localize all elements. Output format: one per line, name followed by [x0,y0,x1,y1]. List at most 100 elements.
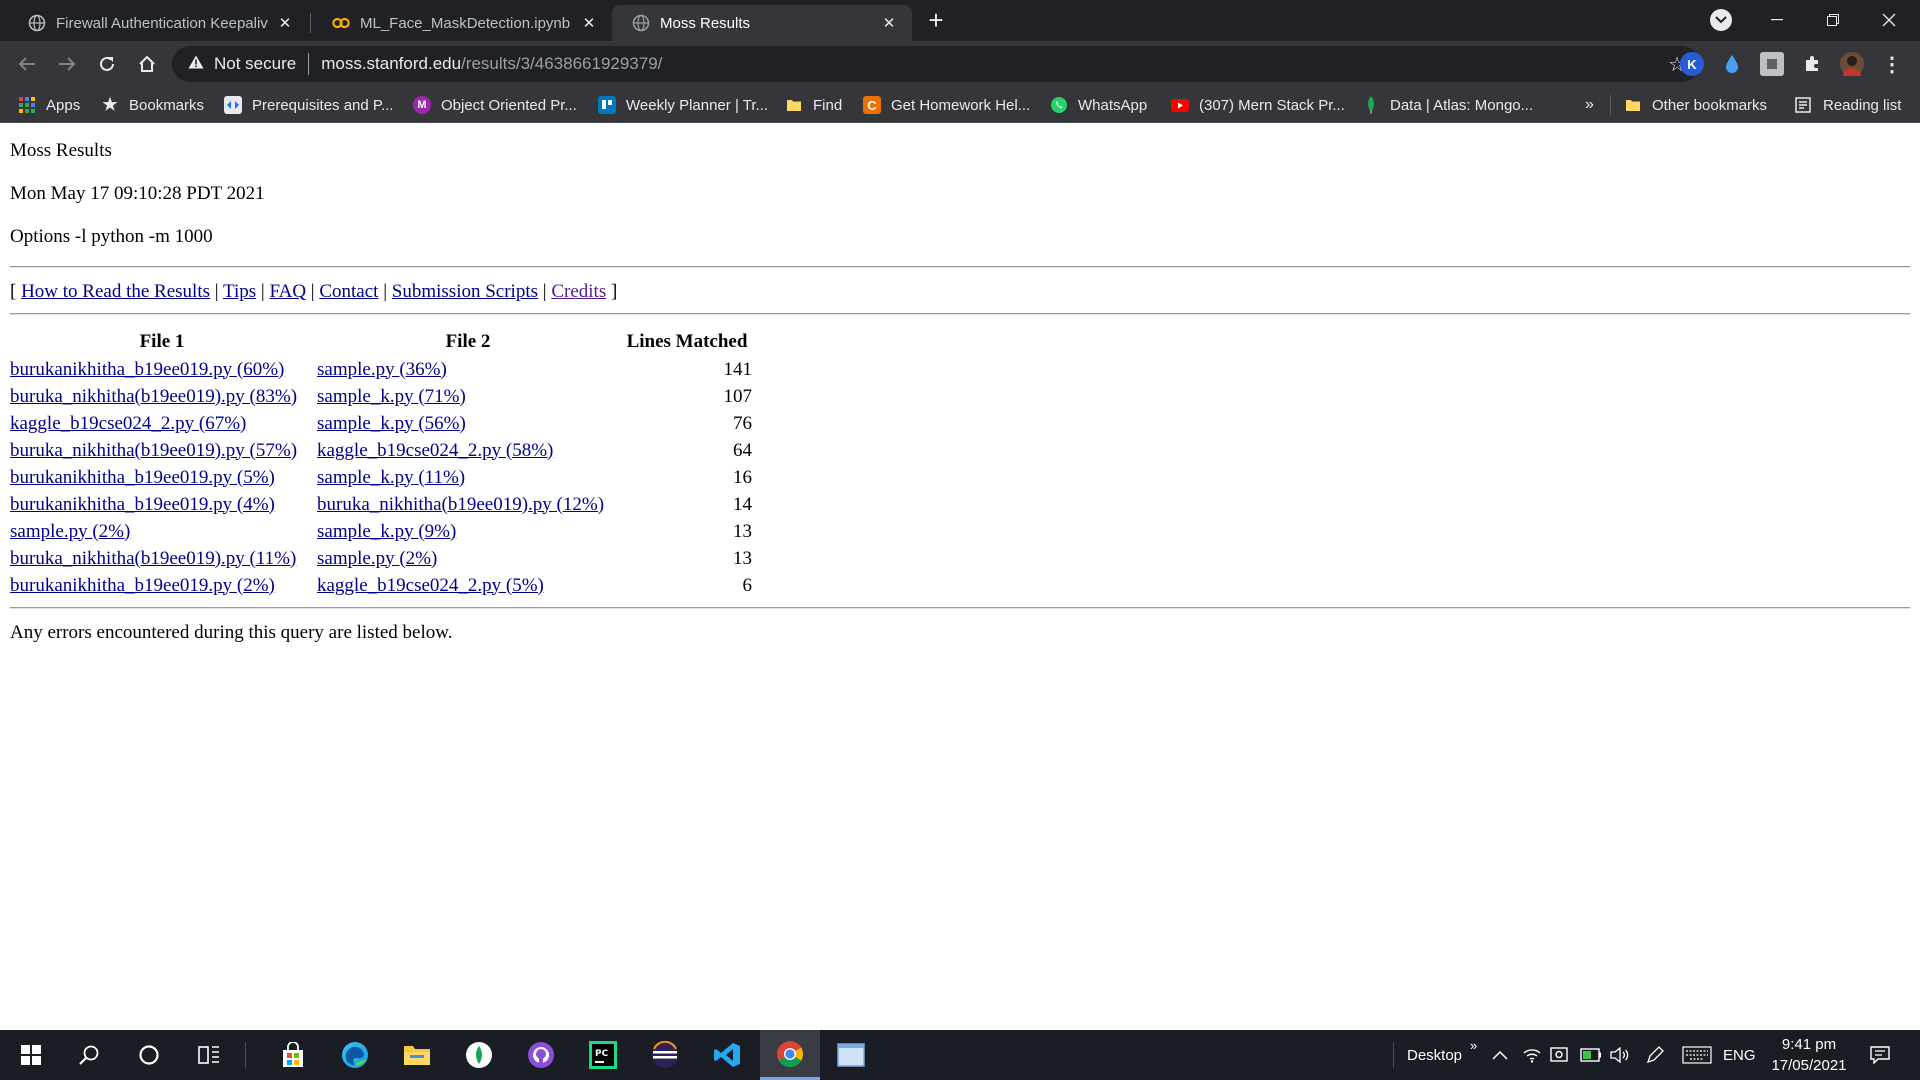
result-date: Mon May 17 09:10:28 PDT 2021 [10,183,265,204]
errors-note: Any errors encountered during this query… [10,622,453,643]
bookmarks-overflow-button[interactable]: » [1585,95,1594,115]
file1-link[interactable]: buruka_nikhitha(b19ee019).py (57%) [10,440,297,461]
restore-icon[interactable] [1810,0,1856,40]
bookmark-label: Other bookmarks [1652,96,1768,114]
bookmark-prerequisites[interactable]: Prerequisites and P... [224,95,393,115]
windows-start-icon[interactable] [6,1030,56,1080]
file2-link[interactable]: sample_k.py (71%) [317,386,466,407]
volume-icon[interactable] [1610,1030,1630,1080]
page-extension-icon[interactable] [1760,52,1784,76]
file1-link[interactable]: kaggle_b19cse024_2.py (67%) [10,413,246,434]
file2-link[interactable]: kaggle_b19cse024_2.py (58%) [317,440,553,461]
file1-link[interactable]: sample.py (2%) [10,521,130,542]
tab-colab[interactable]: ML_Face_MaskDetection.ipynb - C ✕ [312,5,612,41]
bookmark-whatsapp[interactable]: WhatsApp [1050,95,1147,115]
security-center-icon[interactable] [1550,1030,1570,1080]
edge-icon[interactable] [330,1030,380,1080]
taskbar-divider [245,1042,246,1068]
clock-time: 9:41 pm [1781,1036,1837,1053]
reload-icon[interactable] [92,49,122,79]
profile-avatar[interactable] [1840,52,1864,76]
pen-icon[interactable] [1645,1030,1665,1080]
file1-link[interactable]: buruka_nikhitha(b19ee019).py (83%) [10,386,297,407]
close-tab-icon[interactable]: ✕ [580,14,598,32]
desktop-chevron[interactable]: » [1470,1020,1477,1070]
file1-link[interactable]: burukanikhitha_b19ee019.py (4%) [10,494,275,515]
tab-search-icon[interactable] [1710,9,1732,31]
home-icon[interactable] [132,49,162,79]
battery-icon[interactable] [1580,1030,1602,1080]
file1-link[interactable]: burukanikhitha_b19ee019.py (5%) [10,467,275,488]
file2-link[interactable]: sample_k.py (11%) [317,467,465,488]
link-separator: | [260,281,265,302]
security-label[interactable]: Not secure [214,54,296,74]
puzzle-extensions-icon[interactable] [1800,52,1824,76]
file2-link[interactable]: sample_k.py (9%) [317,521,456,542]
eclipse-icon[interactable] [640,1030,690,1080]
tab-title: Moss Results [660,14,751,32]
tab-moss-results[interactable]: Moss Results ✕ [612,5,912,41]
link-how-to-read[interactable]: How to Read the Results [21,281,210,302]
mongodb-compass-icon[interactable] [454,1030,504,1080]
folder-icon [785,96,803,114]
minimize-icon[interactable] [1754,0,1800,40]
bookmark-bookmarks[interactable]: ★ Bookmarks [101,95,204,115]
notifications-icon[interactable] [1870,1030,1890,1080]
table-row: burukanikhitha_b19ee019.py (4%) buruka_n… [10,491,752,518]
bookmark-find[interactable]: Find [785,95,842,115]
system-clock[interactable]: 9:41 pm 17/05/2021 [1764,1034,1854,1076]
pycharm-icon[interactable]: PC [578,1030,628,1080]
close-tab-icon[interactable]: ✕ [880,14,898,32]
file2-link[interactable]: sample_k.py (56%) [317,413,466,434]
link-submission-scripts[interactable]: Submission Scripts [392,281,538,302]
language-indicator[interactable]: ENG [1723,1030,1756,1080]
search-icon[interactable] [64,1030,114,1080]
other-bookmarks-folder[interactable]: Other bookmarks [1624,95,1767,115]
new-tab-button[interactable]: + [922,6,950,34]
warning-icon[interactable] [188,55,204,73]
file2-link[interactable]: kaggle_b19cse024_2.py (5%) [317,575,544,596]
store-icon[interactable] [268,1030,318,1080]
tab-firewall[interactable]: Firewall Authentication Keepalive ✕ [8,5,308,41]
link-faq[interactable]: FAQ [269,281,306,302]
lines-matched-value: 141 [723,358,753,380]
file2-link[interactable]: buruka_nikhitha(b19ee019).py (12%) [317,494,604,515]
back-icon[interactable] [12,49,42,79]
task-view-icon[interactable] [184,1030,234,1080]
whatsapp-icon [1050,96,1068,114]
cortana-icon[interactable] [124,1030,174,1080]
link-contact[interactable]: Contact [319,281,378,302]
close-window-icon[interactable] [1866,0,1912,40]
vscode-icon[interactable] [702,1030,752,1080]
bookmark-mern-stack[interactable]: (307) Mern Stack Pr... [1171,95,1345,115]
file2-link[interactable]: sample.py (36%) [317,359,447,380]
header-file-1: File 1 [139,331,185,352]
reading-list-button[interactable]: Reading list [1795,95,1901,115]
github-desktop-icon[interactable] [516,1030,566,1080]
network-icon[interactable] [1523,1030,1541,1080]
bookmark-homework-help[interactable]: C Get Homework Hel... [863,95,1030,115]
chevron-up-icon[interactable] [1492,1030,1508,1080]
desktop-toolbar[interactable]: Desktop [1407,1030,1462,1080]
file1-link[interactable]: buruka_nikhitha(b19ee019).py (11%) [10,548,296,569]
link-credits[interactable]: Credits [551,281,606,302]
menu-kebab-icon[interactable]: ⋮ [1880,52,1904,76]
address-bar[interactable]: Not secure moss.stanford.edu/results/3/4… [172,46,1700,82]
water-drop-extension-icon[interactable] [1720,52,1744,76]
bookmark-apps[interactable]: Apps [18,95,80,115]
window-app-icon[interactable] [826,1030,876,1080]
file-explorer-icon[interactable] [392,1030,442,1080]
close-tab-icon[interactable]: ✕ [276,14,294,32]
chrome-icon[interactable] [760,1030,820,1080]
forward-icon[interactable] [52,49,82,79]
file2-link[interactable]: sample.py (2%) [317,548,437,569]
file1-link[interactable]: burukanikhitha_b19ee019.py (2%) [10,575,275,596]
k-extension-icon[interactable]: K [1680,52,1704,76]
keyboard-icon[interactable] [1682,1030,1712,1080]
link-tips[interactable]: Tips [223,281,256,302]
file1-link[interactable]: burukanikhitha_b19ee019.py (60%) [10,359,284,380]
bookmark-weekly-planner[interactable]: Weekly Planner | Tr... [598,95,768,115]
bookmark-object-oriented[interactable]: M Object Oriented Pr... [413,95,577,115]
url-host: moss.stanford.edu [321,54,462,73]
bookmark-mongodb-atlas[interactable]: Data | Atlas: Mongo... [1362,95,1533,115]
